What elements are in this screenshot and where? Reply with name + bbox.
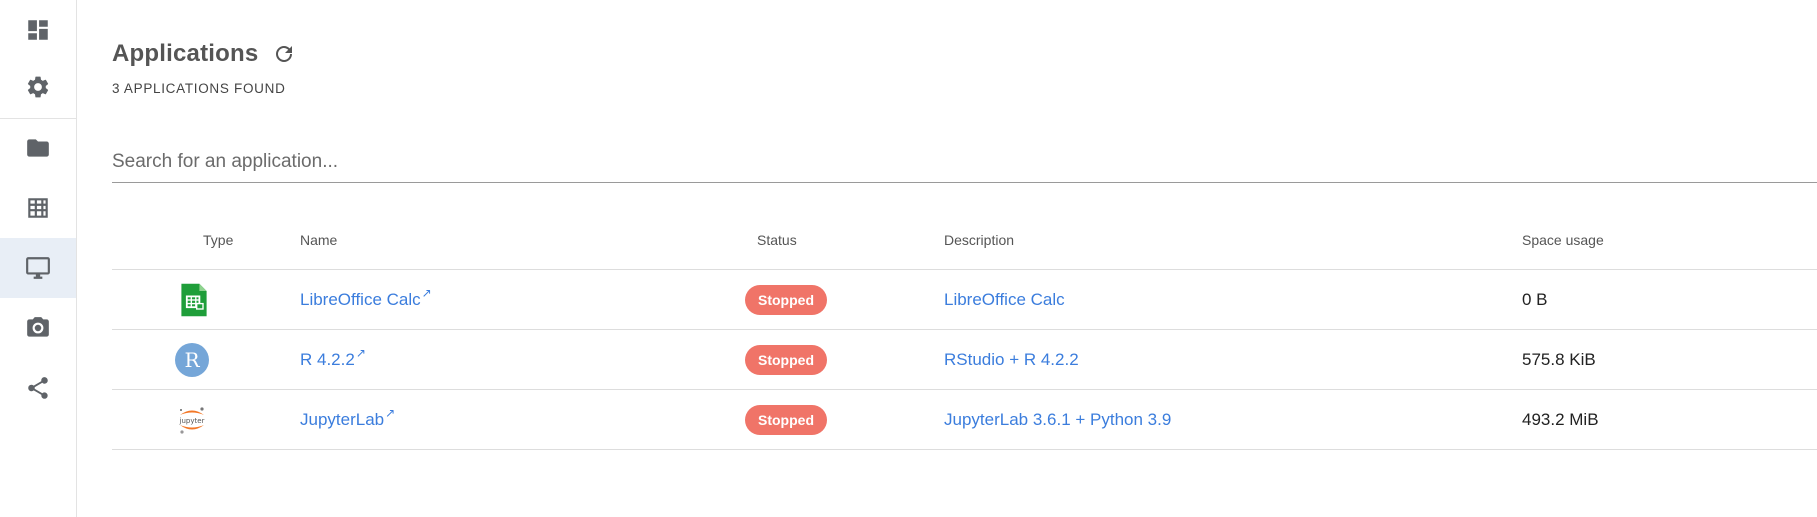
description-link[interactable]: LibreOffice Calc <box>944 290 1065 310</box>
app-name-link[interactable]: LibreOffice Calc <box>300 290 421 310</box>
sidebar <box>0 0 77 517</box>
app-name-link[interactable]: R 4.2.2 <box>300 350 355 370</box>
sidebar-item-applications[interactable] <box>0 238 76 298</box>
jupyter-icon: jupyter <box>179 406 205 434</box>
header: Applications <box>112 40 296 68</box>
type-cell: jupyter <box>174 390 210 449</box>
page-title: Applications <box>112 40 259 67</box>
name-cell: JupyterLab ↗ <box>300 390 395 449</box>
type-cell <box>176 270 212 329</box>
table-row[interactable]: R R 4.2.2 ↗ Stopped RStudio + R 4.2.2 57… <box>112 330 1817 390</box>
space-usage-value: 0 B <box>1522 289 1548 309</box>
description-cell: JupyterLab 3.6.1 + Python 3.9 <box>944 390 1171 449</box>
description-cell: RStudio + R 4.2.2 <box>944 330 1079 389</box>
table-header: Type Name Status Description Space usage <box>112 210 1817 270</box>
status-cell: Stopped <box>745 270 827 329</box>
status-badge: Stopped <box>745 284 827 315</box>
status-cell: Stopped <box>745 390 827 449</box>
folder-icon <box>27 139 49 157</box>
column-header-status[interactable]: Status <box>757 232 797 248</box>
description-link[interactable]: RStudio + R 4.2.2 <box>944 350 1079 370</box>
table-row[interactable]: jupyter JupyterLab ↗ Stopped JupyterLab … <box>112 390 1817 450</box>
refresh-icon <box>276 46 293 62</box>
description-cell: LibreOffice Calc <box>944 270 1065 329</box>
sidebar-item-tables[interactable] <box>0 178 76 238</box>
search-input[interactable] <box>112 142 1817 183</box>
description-link[interactable]: JupyterLab 3.6.1 + Python 3.9 <box>944 410 1171 430</box>
applications-table: Type Name Status Description Space usage <box>112 210 1817 450</box>
sidebar-item-snapshots[interactable] <box>0 298 76 358</box>
r-icon: R <box>175 342 209 377</box>
svg-text:jupyter: jupyter <box>179 417 205 425</box>
space-usage-cell: 0 B <box>1522 270 1548 329</box>
svg-text:R: R <box>184 348 200 372</box>
name-cell: LibreOffice Calc ↗ <box>300 270 432 329</box>
space-usage-cell: 575.8 KiB <box>1522 330 1596 389</box>
space-usage-cell: 493.2 MiB <box>1522 390 1599 449</box>
libreoffice-calc-icon <box>181 283 207 316</box>
column-header-name[interactable]: Name <box>300 232 337 248</box>
sidebar-item-dashboard[interactable] <box>0 0 76 60</box>
external-link-icon[interactable]: ↗ <box>422 286 432 300</box>
external-link-icon[interactable]: ↗ <box>356 346 366 360</box>
space-usage-value: 493.2 MiB <box>1522 409 1599 429</box>
refresh-button[interactable] <box>272 42 296 66</box>
table-icon <box>28 198 48 218</box>
external-link-icon[interactable]: ↗ <box>385 406 395 420</box>
sidebar-item-files[interactable] <box>0 118 76 178</box>
name-cell: R 4.2.2 ↗ <box>300 330 366 389</box>
status-badge: Stopped <box>745 404 827 435</box>
status-badge: Stopped <box>745 344 827 375</box>
type-cell: R <box>174 330 210 389</box>
status-cell: Stopped <box>745 330 827 389</box>
dashboard-icon <box>28 20 48 40</box>
sidebar-item-settings[interactable] <box>0 57 76 117</box>
app-name-link[interactable]: JupyterLab <box>300 410 384 430</box>
space-usage-value: 575.8 KiB <box>1522 349 1596 369</box>
table-row[interactable]: LibreOffice Calc ↗ Stopped LibreOffice C… <box>112 270 1817 330</box>
column-header-type[interactable]: Type <box>203 232 233 248</box>
gear-icon <box>27 76 49 98</box>
camera-icon <box>27 317 49 337</box>
share-icon <box>28 377 48 399</box>
column-header-space-usage[interactable]: Space usage <box>1522 232 1604 248</box>
applications-count: 3 APPLICATIONS FOUND <box>112 81 286 96</box>
column-header-description[interactable]: Description <box>944 232 1014 248</box>
sidebar-item-share[interactable] <box>0 358 76 418</box>
monitor-icon <box>26 257 50 279</box>
